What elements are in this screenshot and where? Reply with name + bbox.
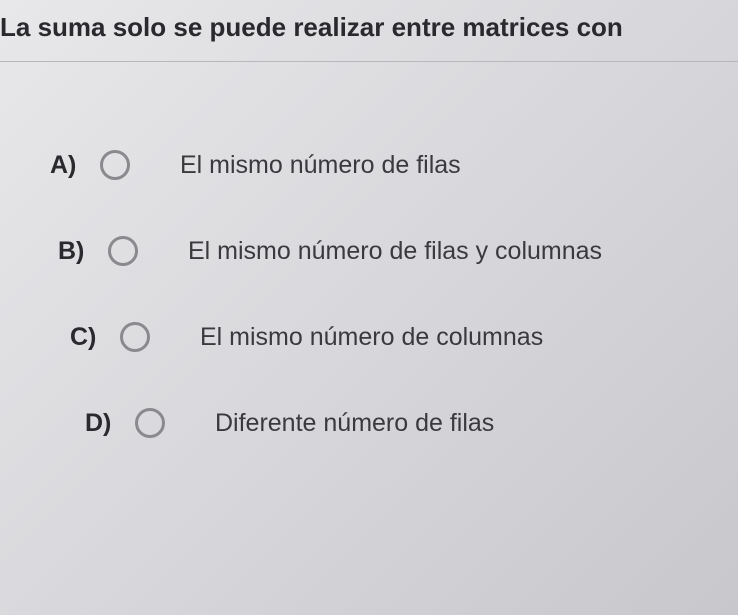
option-letter-c: C) [70,323,120,352]
option-row-b[interactable]: B) El mismo número de filas y columnas [0,208,738,294]
option-row-c[interactable]: C) El mismo número de columnas [0,294,738,380]
question-text: La suma solo se puede realizar entre mat… [0,12,623,42]
option-text-b: El mismo número de filas y columnas [188,237,602,266]
option-text-d: Diferente número de filas [215,409,494,438]
option-letter-a: A) [50,151,100,180]
radio-d[interactable] [135,408,165,438]
question-header: La suma solo se puede realizar entre mat… [0,0,738,62]
radio-c[interactable] [120,322,150,352]
option-row-d[interactable]: D) Diferente número de filas [0,380,738,466]
option-letter-b: B) [58,237,108,266]
option-text-c: El mismo número de columnas [200,323,543,352]
option-text-a: El mismo número de filas [180,151,461,180]
radio-a[interactable] [100,150,130,180]
option-letter-d: D) [85,409,135,438]
option-row-a[interactable]: A) El mismo número de filas [0,122,738,208]
radio-b[interactable] [108,236,138,266]
options-container: A) El mismo número de filas B) El mismo … [0,62,738,466]
